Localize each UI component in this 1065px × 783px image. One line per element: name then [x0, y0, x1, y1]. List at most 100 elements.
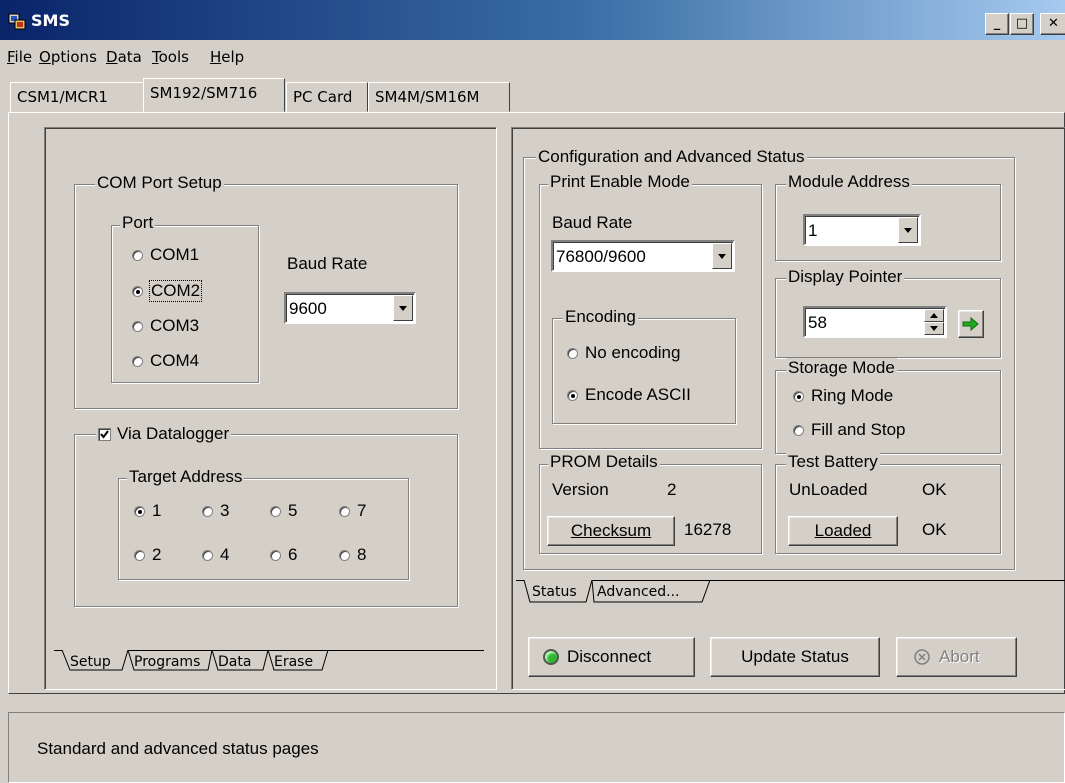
spin-up-icon[interactable]: [924, 309, 944, 322]
radio-label: 4: [220, 545, 230, 564]
radio-label: COM3: [150, 316, 200, 335]
encoding-legend: Encoding: [563, 307, 638, 327]
close-button[interactable]: ✕: [1040, 13, 1065, 35]
status-text: Standard and advanced status pages: [37, 739, 319, 758]
radio-label: 3: [220, 501, 230, 520]
display-pointer-legend: Display Pointer: [786, 267, 905, 287]
menu-data-label: ata: [117, 48, 142, 66]
radio-label: Fill and Stop: [811, 420, 906, 439]
green-arrow-icon: [962, 316, 979, 332]
port-legend: Port: [120, 213, 156, 233]
radio-icon: [339, 505, 350, 517]
radio-address-2[interactable]: 2: [134, 545, 161, 565]
radio-label: No encoding: [585, 343, 681, 362]
tab-pc-card[interactable]: PC Card: [286, 82, 368, 112]
maximize-button[interactable]: □: [1010, 13, 1034, 35]
radio-address-6[interactable]: 6: [270, 545, 297, 565]
radio-encode-ascii[interactable]: Encode ASCII: [567, 385, 691, 405]
menu-data-hotkey: D: [106, 48, 118, 66]
close-icon: ✕: [1048, 16, 1059, 31]
radio-com3[interactable]: COM3: [132, 316, 199, 336]
checksum-button[interactable]: Checksum: [547, 516, 675, 546]
chevron-down-icon[interactable]: [393, 295, 413, 321]
radio-address-4[interactable]: 4: [202, 545, 229, 565]
baud-rate-select[interactable]: 9600: [284, 292, 416, 324]
radio-com4[interactable]: COM4: [132, 351, 199, 371]
checksum-label: Checksum: [570, 521, 652, 540]
subtab-erase[interactable]: Erase: [274, 654, 313, 670]
radio-selected-icon: [134, 505, 145, 517]
window-title: SMS: [31, 11, 70, 30]
print-baud-select[interactable]: 76800/9600: [551, 240, 735, 272]
subtab-programs[interactable]: Programs: [134, 654, 200, 670]
radio-label: 1: [152, 501, 162, 520]
menu-options[interactable]: Options: [39, 48, 97, 66]
chevron-down-icon[interactable]: [712, 243, 732, 269]
radio-address-8[interactable]: 8: [339, 545, 366, 565]
subtab-advanced[interactable]: Advanced...: [597, 584, 680, 600]
menu-options-label: ptions: [50, 48, 97, 66]
radio-icon: [132, 249, 143, 261]
radio-icon: [793, 424, 804, 436]
radio-icon: [202, 549, 213, 561]
tab-csm1-mcr1[interactable]: CSM1/MCR1: [10, 82, 144, 112]
spin-down-icon[interactable]: [924, 322, 944, 335]
radio-selected-icon: [793, 390, 804, 402]
unloaded-label: UnLoaded: [789, 480, 868, 499]
loaded-button[interactable]: Loaded: [788, 516, 898, 546]
radio-label: 8: [357, 545, 367, 564]
target-address-legend: Target Address: [127, 467, 245, 487]
disconnect-button[interactable]: Disconnect: [528, 637, 695, 677]
radio-label: 2: [152, 545, 162, 564]
subtab-setup[interactable]: Setup: [70, 654, 111, 670]
tab-label: SM192/SM716: [150, 84, 258, 102]
radio-icon: [270, 505, 281, 517]
radio-com1[interactable]: COM1: [132, 245, 199, 265]
subtab-data[interactable]: Data: [218, 654, 251, 670]
config-legend: Configuration and Advanced Status: [536, 147, 807, 167]
print-baud-label: Baud Rate: [552, 213, 633, 232]
update-status-label: Update Status: [741, 647, 849, 666]
print-enable-legend: Print Enable Mode: [548, 172, 692, 192]
radio-label: 5: [288, 501, 298, 520]
menu-file[interactable]: File: [7, 48, 32, 66]
menu-bar: File Options Data Tools Help: [0, 44, 1065, 68]
radio-icon: [132, 320, 143, 332]
radio-selected-icon: [132, 285, 143, 297]
status-led-icon: [543, 649, 559, 665]
menu-tools[interactable]: Tools: [152, 48, 189, 66]
radio-address-1[interactable]: 1: [134, 501, 161, 521]
menu-help[interactable]: Help: [210, 48, 244, 66]
checkbox-checked-icon: [98, 427, 111, 441]
radio-address-3[interactable]: 3: [202, 501, 229, 521]
radio-label: COM4: [150, 351, 200, 370]
radio-com2[interactable]: COM2: [132, 280, 203, 302]
radio-label: 7: [357, 501, 367, 520]
tab-sm4m-sm16m[interactable]: SM4M/SM16M: [368, 82, 510, 112]
display-pointer-spinner[interactable]: 58: [803, 306, 947, 338]
minimize-button[interactable]: _: [985, 13, 1009, 35]
version-label: Version: [552, 480, 609, 499]
radio-address-5[interactable]: 5: [270, 501, 297, 521]
minimize-icon: _: [993, 16, 1001, 31]
menu-data[interactable]: Data: [106, 48, 142, 66]
title-bar[interactable]: SMS _ □ ✕: [0, 0, 1065, 40]
tab-sm192-sm716[interactable]: SM192/SM716: [143, 78, 285, 112]
chevron-down-icon[interactable]: [898, 217, 918, 243]
maximize-icon: □: [1015, 16, 1029, 31]
radio-address-7[interactable]: 7: [339, 501, 366, 521]
via-datalogger-checkbox[interactable]: Via Datalogger: [96, 424, 232, 444]
storage-mode-group: [775, 370, 1001, 454]
module-address-select[interactable]: 1: [803, 214, 921, 246]
radio-ring-mode[interactable]: Ring Mode: [793, 386, 893, 406]
go-arrow-button[interactable]: [958, 310, 984, 338]
update-status-button[interactable]: Update Status: [710, 637, 880, 677]
radio-icon: [270, 549, 281, 561]
radio-fill-and-stop[interactable]: Fill and Stop: [793, 420, 906, 440]
abort-button[interactable]: Abort: [896, 637, 1017, 677]
menu-file-hotkey: F: [7, 48, 15, 66]
subtab-status[interactable]: Status: [532, 584, 577, 600]
radio-no-encoding[interactable]: No encoding: [567, 343, 680, 363]
menu-file-label: ile: [14, 48, 33, 66]
abort-icon: [914, 649, 930, 665]
